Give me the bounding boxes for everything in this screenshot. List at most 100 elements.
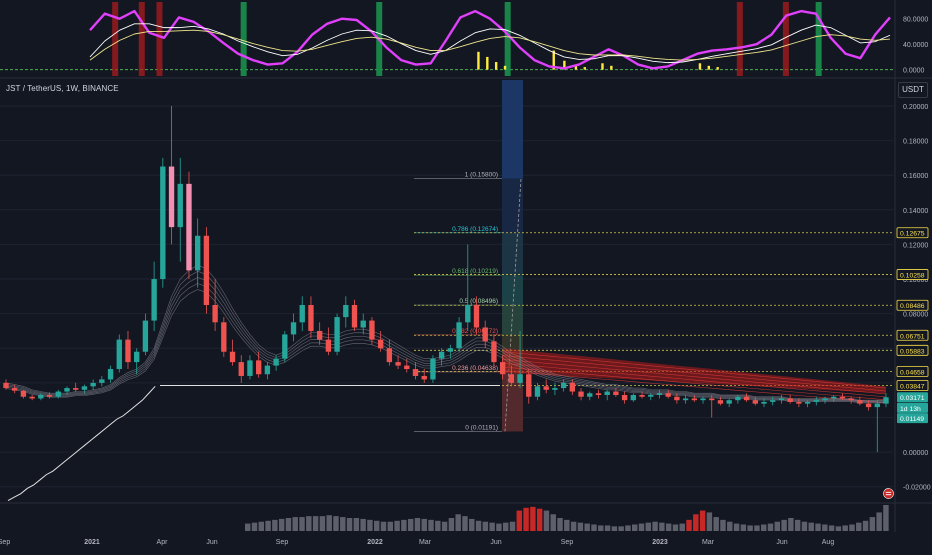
candle-body xyxy=(343,305,349,318)
candle-body xyxy=(412,369,419,376)
volume-bar xyxy=(835,526,842,531)
candle-body xyxy=(273,358,279,366)
histogram-bar xyxy=(583,67,586,70)
candle-body xyxy=(560,382,567,389)
candle-body xyxy=(691,398,697,401)
candle-body xyxy=(874,403,880,408)
candle-body xyxy=(604,391,610,395)
price-label: 0.08486 xyxy=(900,303,925,310)
volume-bar xyxy=(645,522,652,531)
volume-bar xyxy=(618,526,624,531)
x-tick-label: Sep xyxy=(276,539,289,546)
volume-bar xyxy=(781,519,787,531)
candle-body xyxy=(290,322,297,335)
volume-bar xyxy=(876,512,882,531)
candle-body xyxy=(229,351,236,363)
candle-body xyxy=(865,403,872,408)
currency-unit-button[interactable]: USDT xyxy=(898,82,928,98)
chart-root: 1 (0.15800) 0.786 (0.12674) 0.618 (0.10219… xyxy=(0,0,932,550)
volume-bar xyxy=(557,518,563,531)
volume-bar xyxy=(550,514,556,531)
volume-bar xyxy=(251,522,258,531)
candle-body xyxy=(282,334,288,359)
y-tick-label: -0.02000 xyxy=(903,485,931,492)
symbol-title: JST / TetherUS, 1W, BINANCE xyxy=(6,84,119,93)
volume-bar xyxy=(727,521,733,531)
sell-signal-band xyxy=(138,2,145,76)
candle-body xyxy=(404,365,410,370)
volume-bar xyxy=(482,521,489,531)
candle-body xyxy=(770,400,776,402)
volume-bar xyxy=(801,521,808,531)
candle-body xyxy=(221,322,227,352)
candle-body xyxy=(20,390,27,397)
volume-bar xyxy=(414,518,421,531)
volume-bar xyxy=(258,521,265,531)
fib-zone xyxy=(502,232,523,276)
candle-body xyxy=(796,401,802,404)
candle-body xyxy=(709,398,715,401)
price-label: 0.03171 xyxy=(900,395,925,402)
candle-body xyxy=(360,320,366,328)
volume-bar xyxy=(808,522,814,531)
candle-body xyxy=(517,374,523,383)
y-tick-label: 0.18000 xyxy=(903,139,928,146)
candle-body xyxy=(465,305,471,323)
sell-signal-band xyxy=(736,2,743,76)
x-tick-label: Aug xyxy=(822,539,835,546)
candle-body xyxy=(195,235,201,271)
volume-bar xyxy=(407,518,414,531)
volume-bar xyxy=(625,525,631,531)
volume-bar xyxy=(496,523,502,531)
volume-bar xyxy=(842,525,848,531)
chart-canvas[interactable]: 1 (0.15800)0.786 (0.12674)0.618 (0.10219… xyxy=(0,0,932,550)
volume-bar xyxy=(353,518,360,531)
x-tick-label: Jun xyxy=(490,539,501,546)
fib-level-label: 0.236 (0.04638) xyxy=(452,365,498,372)
x-tick-label: Apr xyxy=(157,539,169,546)
volume-bar xyxy=(285,518,292,531)
volume-bar xyxy=(761,524,767,531)
volume-bar xyxy=(788,518,794,531)
price-label: 0.05883 xyxy=(900,348,925,355)
candle-body xyxy=(578,391,584,397)
volume-bar xyxy=(720,519,726,531)
histogram-bar xyxy=(716,67,719,70)
y-tick-label: 0.16000 xyxy=(903,173,928,180)
candle-body xyxy=(569,382,576,392)
volume-bar xyxy=(632,524,638,531)
price-label: 0.10258 xyxy=(900,273,925,280)
candle-body xyxy=(377,339,384,349)
volume-bar xyxy=(394,520,400,531)
histogram-bar xyxy=(503,65,507,70)
candle-body xyxy=(351,305,358,328)
histogram-bar xyxy=(494,62,498,70)
settings-icon[interactable] xyxy=(883,488,894,499)
candle-body xyxy=(839,396,846,399)
volume-bar xyxy=(652,521,658,531)
volume-bar xyxy=(489,522,495,531)
volume-bar xyxy=(638,523,645,531)
volume-bar xyxy=(577,522,584,531)
volume-bar xyxy=(706,512,713,531)
candle-body xyxy=(508,374,515,383)
volume-bar xyxy=(679,523,685,531)
volume-bar xyxy=(312,516,319,531)
volume-bar xyxy=(455,514,461,531)
candle-body xyxy=(473,305,480,328)
volume-bar xyxy=(448,518,455,531)
volume-bar xyxy=(245,523,251,531)
volume-bar xyxy=(503,522,509,531)
volume-bar xyxy=(869,517,876,531)
candle-body xyxy=(491,341,497,363)
volume-bar xyxy=(740,524,747,531)
candle-body xyxy=(438,351,445,359)
candle-body xyxy=(334,317,340,352)
candle-body xyxy=(38,395,44,399)
candle-body xyxy=(822,398,828,401)
candle-body xyxy=(238,362,244,376)
volume-bar xyxy=(598,525,604,531)
volume-bar xyxy=(346,518,353,531)
candle-body xyxy=(735,396,741,401)
volume-bar xyxy=(794,519,801,531)
